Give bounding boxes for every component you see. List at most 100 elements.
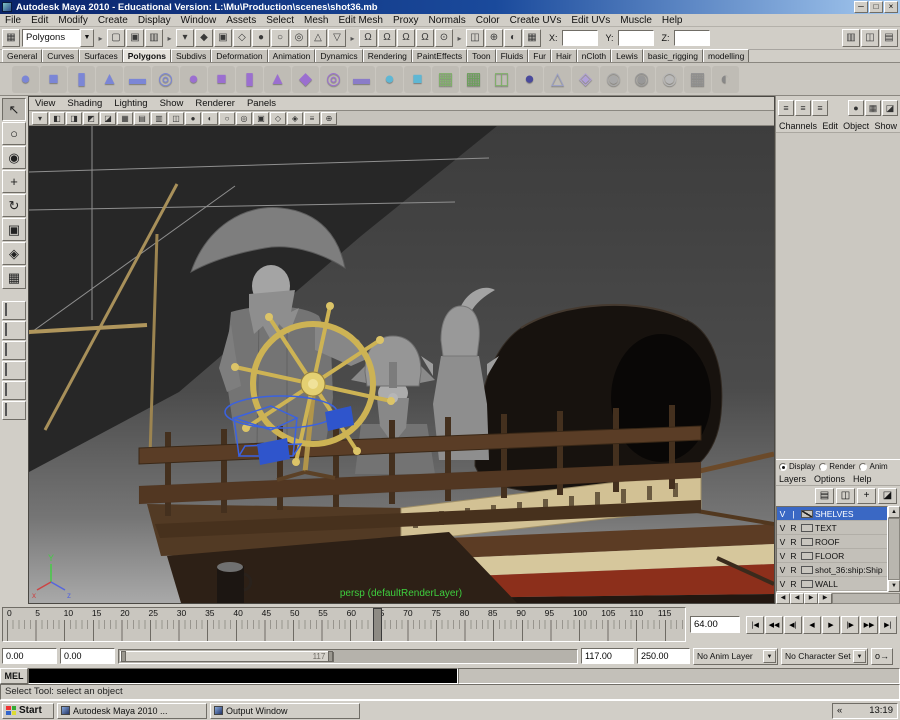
shelf-tab[interactable]: PaintEffects <box>411 49 468 62</box>
shelf-tab[interactable]: Deformation <box>211 49 268 62</box>
panel-toolbar-icon[interactable]: ◧ <box>49 111 65 125</box>
selection-mask-icon[interactable]: ▣ <box>214 29 232 47</box>
layer-toolbar-icon[interactable]: ▤ <box>815 488 834 504</box>
z-input[interactable] <box>673 30 710 46</box>
menu-item[interactable]: Muscle <box>615 14 657 27</box>
panel-toolbar-icon[interactable]: ○ <box>219 111 235 125</box>
anim-layer-dropdown[interactable]: No Anim Layer ▼ <box>693 647 778 665</box>
shelf-tool-icon[interactable]: ▮ <box>236 65 263 93</box>
layer-color-swatch[interactable] <box>801 579 813 588</box>
playback-button[interactable]: |▶ <box>841 615 859 634</box>
playback-button[interactable]: ▶▶ <box>860 615 878 634</box>
menu-item[interactable]: Display <box>133 14 176 27</box>
panel-toolbar-icon[interactable]: ▾ <box>32 111 48 125</box>
layout-single-button[interactable] <box>2 301 26 320</box>
shelf-tool-icon[interactable]: ▲ <box>264 65 291 93</box>
menu-item[interactable]: Help <box>657 14 688 27</box>
layer-visibility-toggle[interactable]: V <box>777 509 788 519</box>
taskbar-task-button[interactable]: Output Window <box>210 702 360 719</box>
panel-menu-item[interactable]: Shading <box>61 97 108 110</box>
chevron-down-icon[interactable]: ▼ <box>853 649 866 663</box>
layer-color-swatch[interactable] <box>801 509 813 518</box>
layer-render-toggle[interactable]: R <box>788 551 799 561</box>
tray-collapse-icon[interactable]: « <box>837 705 842 716</box>
toolbox-tool-icon[interactable]: + <box>2 170 26 193</box>
layer-menu-item[interactable]: Options <box>814 473 845 485</box>
shelf-tool-icon[interactable]: ■ <box>40 65 67 93</box>
manip-toggle-icon[interactable]: ● <box>848 100 864 116</box>
current-frame-marker[interactable] <box>373 608 383 641</box>
layer-row[interactable]: V | SHELVES <box>777 507 887 521</box>
sidebar-toggle-icon[interactable]: ▥ <box>842 29 860 47</box>
panel-toolbar-icon[interactable]: ◪ <box>100 111 116 125</box>
layout-four-pane-button[interactable] <box>2 361 26 380</box>
panel-toolbar-icon[interactable]: ◨ <box>66 111 82 125</box>
panel-toolbar-icon[interactable]: ● <box>185 111 201 125</box>
playback-button[interactable]: ◀| <box>784 615 802 634</box>
shelf-tab[interactable]: Curves <box>42 49 80 62</box>
x-input[interactable] <box>561 30 598 46</box>
shelf-tool-icon[interactable]: ▬ <box>124 65 151 93</box>
render-icon[interactable]: ◐ <box>504 29 522 47</box>
layer-name[interactable]: ROOF <box>815 537 840 547</box>
render-icon[interactable]: ◫ <box>466 29 484 47</box>
panel-toolbar-icon[interactable]: ▦ <box>117 111 133 125</box>
playback-end-field[interactable] <box>581 648 634 664</box>
file-action-icon[interactable]: ▣ <box>126 29 144 47</box>
layer-visibility-toggle[interactable]: V <box>777 537 788 547</box>
layer-row[interactable]: V R TEXT <box>777 521 887 535</box>
y-input[interactable] <box>617 30 654 46</box>
shelf-tab[interactable]: modelling <box>703 49 750 62</box>
menu-item[interactable]: Edit UVs <box>566 14 615 27</box>
panel-toolbar-icon[interactable]: ◎ <box>236 111 252 125</box>
layer-render-toggle[interactable]: R <box>788 537 799 547</box>
panel-toolbar-icon[interactable]: ▤ <box>134 111 150 125</box>
menu-item[interactable]: Select <box>261 14 299 27</box>
shelf-tab[interactable]: Animation <box>267 49 316 62</box>
shelf-tab[interactable]: Rendering <box>362 49 412 62</box>
shelf-tab[interactable]: Hair <box>551 49 577 62</box>
scroll-up-icon[interactable]: ▲ <box>888 506 900 518</box>
hscroll-arrow-icon[interactable]: ◀ <box>776 592 790 604</box>
layer-row[interactable]: V R WALL <box>777 577 887 591</box>
channel-box-menu-item[interactable]: Show <box>874 120 897 132</box>
list-toggle-icon[interactable]: ≡ <box>778 100 794 116</box>
shelf-tool-icon[interactable]: ▦ <box>460 65 487 93</box>
layer-row[interactable]: V R shot_36:ship:Ship <box>777 563 887 577</box>
panel-toolbar-icon[interactable]: ≡ <box>304 111 320 125</box>
shelf-tool-icon[interactable]: ◐ <box>712 65 739 93</box>
window-control-button[interactable]: □ <box>869 1 883 13</box>
layer-render-toggle[interactable]: R <box>788 523 799 533</box>
shelf-tool-icon[interactable]: ▲ <box>96 65 123 93</box>
file-action-icon[interactable]: ▥ <box>145 29 163 47</box>
shelf-tool-icon[interactable]: ● <box>180 65 207 93</box>
menu-item[interactable]: Edit <box>26 14 53 27</box>
sidebar-toggle-icon[interactable]: ◫ <box>861 29 879 47</box>
shelf-tab[interactable]: Subdivs <box>171 49 212 62</box>
selection-mask-icon[interactable]: ◎ <box>290 29 308 47</box>
layer-mode-radio[interactable]: Render <box>819 462 855 471</box>
playback-button[interactable]: |◀ <box>746 615 764 634</box>
snap-icon[interactable]: Ω <box>397 29 415 47</box>
layer-visibility-toggle[interactable]: V <box>777 565 788 575</box>
shelf-tool-icon[interactable]: ◫ <box>488 65 515 93</box>
layer-color-swatch[interactable] <box>801 551 813 560</box>
hscroll-arrow-icon[interactable]: ▶ <box>804 592 818 604</box>
panel-toolbar-icon[interactable]: ◈ <box>287 111 303 125</box>
animation-start-field[interactable] <box>2 648 57 664</box>
render-icon[interactable]: ⊕ <box>485 29 503 47</box>
shelf-tool-icon[interactable]: △ <box>544 65 571 93</box>
shelf-tool-icon[interactable]: ◉ <box>628 65 655 93</box>
range-end-handle[interactable] <box>328 650 334 662</box>
window-control-button[interactable]: ─ <box>854 1 868 13</box>
shelf-tool-icon[interactable]: ● <box>376 65 403 93</box>
panel-toolbar-icon[interactable]: ▥ <box>151 111 167 125</box>
playback-button[interactable]: ◀ <box>803 615 821 634</box>
shelf-tool-icon[interactable]: ■ <box>404 65 431 93</box>
layer-toolbar-icon[interactable]: + <box>857 488 876 504</box>
shelf-tab[interactable]: basic_rigging <box>642 49 703 62</box>
channel-box-empty-area[interactable] <box>776 133 900 459</box>
selection-mask-icon[interactable]: ○ <box>271 29 289 47</box>
playback-button[interactable]: ▶ <box>822 615 840 634</box>
snap-icon[interactable]: Ω <box>359 29 377 47</box>
